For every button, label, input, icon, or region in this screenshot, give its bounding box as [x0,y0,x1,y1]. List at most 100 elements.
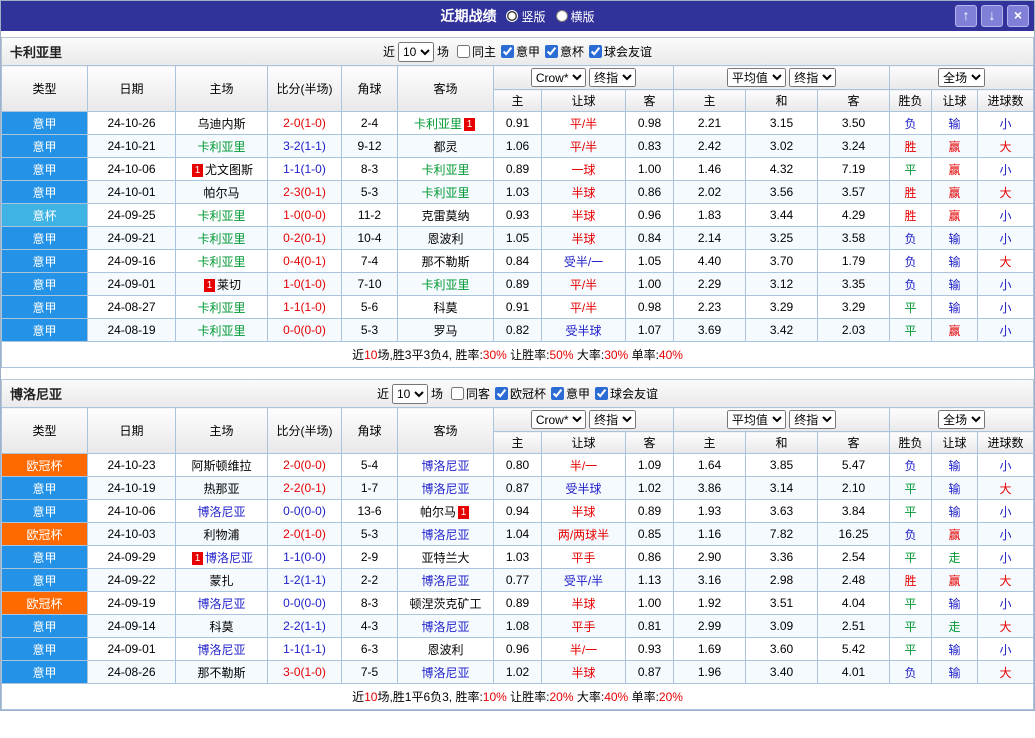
date-cell: 24-10-26 [87,111,176,135]
team-link[interactable]: 卡利亚里 [197,209,245,223]
filter-checkbox[interactable] [456,45,470,58]
team-link[interactable]: 卡利亚里 [414,117,462,131]
team-link[interactable]: 顿涅茨克矿工 [409,597,481,611]
filter-checkbox[interactable] [589,45,603,58]
result-cell: 负 [889,226,933,250]
away-team-cell: 博洛尼亚 [397,476,494,500]
team-link[interactable]: 卡利亚里 [421,163,469,177]
team-link[interactable]: 利物浦 [203,528,239,542]
team-link[interactable]: 博洛尼亚 [197,505,245,519]
close-icon[interactable]: × [1007,5,1029,27]
filter-option[interactable]: 欧冠杯 [490,385,546,402]
team-link[interactable]: 乌迪内斯 [197,117,245,131]
team-link[interactable]: 博洛尼亚 [421,666,469,680]
home-odds-cell: 1.05 [493,226,542,250]
team-link[interactable]: 博洛尼亚 [205,551,253,565]
odds-stage-select[interactable]: 终指 [589,410,637,429]
filter-checkbox[interactable] [595,387,609,400]
filter-option[interactable]: 意甲 [546,385,590,402]
view-option-vertical[interactable]: 竖版 [506,8,546,25]
filter-checkbox[interactable] [545,45,559,58]
team-link[interactable]: 卡利亚里 [197,324,245,338]
home-team-cell: 卡利亚里 [175,295,268,319]
team-link[interactable]: 博洛尼亚 [421,620,469,634]
filter-option[interactable]: 同客 [446,385,490,402]
result-cell: 负 [889,522,933,546]
scroll-up-button[interactable]: ↑ [955,5,977,27]
scroll-down-button[interactable]: ↓ [981,5,1003,27]
filter-option[interactable]: 意杯 [540,43,584,60]
team-link[interactable]: 帕尔马 [420,505,456,519]
avg-stage-select[interactable]: 终指 [789,68,837,87]
team-link[interactable]: 卡利亚里 [197,140,245,154]
team-link[interactable]: 都灵 [433,140,457,154]
odds-stage-select[interactable]: 终指 [589,68,637,87]
horizontal-radio[interactable] [555,10,568,22]
view-option-horizontal[interactable]: 横版 [555,8,595,25]
home-odds-cell: 0.80 [493,453,542,477]
summary-segment: 50% [549,347,574,362]
avg-home-cell: 2.02 [673,180,747,204]
result-cell: 胜 [889,203,933,227]
date-cell: 24-09-19 [87,591,176,615]
team-link[interactable]: 阿斯顿维拉 [191,459,251,473]
avg-stage-select[interactable]: 终指 [789,410,837,429]
team-link[interactable]: 科莫 [433,301,457,315]
corners-cell: 6-3 [341,637,398,661]
filter-checkbox-label: 同客 [465,387,490,401]
team-link[interactable]: 那不勒斯 [421,255,469,269]
team-link[interactable]: 蒙扎 [209,574,233,588]
team-link[interactable]: 博洛尼亚 [421,459,469,473]
bookmaker-select[interactable]: Crow* [530,68,586,87]
team-link[interactable]: 恩波利 [427,643,463,657]
team-link[interactable]: 亚特兰大 [421,551,469,565]
team-link[interactable]: 博洛尼亚 [197,643,245,657]
recent-count-select[interactable]: 10 [391,383,428,404]
bookmaker-select[interactable]: Crow* [530,410,586,429]
avg-draw-cell: 3.25 [745,226,819,250]
team-link[interactable]: 科莫 [209,620,233,634]
filter-checkbox[interactable] [551,387,565,400]
score-cell: 0-0(0-0) [267,591,342,615]
date-cell: 24-10-21 [87,134,176,158]
recent-count-select[interactable]: 10 [397,41,434,62]
filter-option[interactable]: 球会友谊 [590,385,658,402]
team-link[interactable]: 尤文图斯 [205,163,253,177]
team-link[interactable]: 卡利亚里 [197,232,245,246]
team-link[interactable]: 博洛尼亚 [421,482,469,496]
filter-option[interactable]: 同主 [452,43,496,60]
team-link[interactable]: 那不勒斯 [197,666,245,680]
team-link[interactable]: 恩波利 [427,232,463,246]
filter-checkbox-label: 欧冠杯 [510,387,547,401]
team-link[interactable]: 帕尔马 [203,186,239,200]
team-name: 卡利亚里 [10,45,63,60]
team-link[interactable]: 热那亚 [203,482,239,496]
filter-checkbox[interactable] [450,387,464,400]
handicap-cell: 受半球 [541,476,626,500]
recent-suffix-label: 场 [436,45,449,59]
avg-select[interactable]: 平均值 [726,410,786,429]
team-link[interactable]: 卡利亚里 [197,301,245,315]
corners-cell: 5-3 [341,522,398,546]
team-link[interactable]: 博洛尼亚 [421,528,469,542]
home-team-cell: 蒙扎 [175,568,268,592]
team-link[interactable]: 卡利亚里 [421,278,469,292]
vertical-radio[interactable] [506,10,519,22]
avg-select[interactable]: 平均值 [726,68,786,87]
score-cell: 1-0(0-0) [267,203,342,227]
filter-option[interactable]: 意甲 [496,43,540,60]
team-link[interactable]: 克雷莫纳 [421,209,469,223]
filter-checkbox[interactable] [495,387,508,400]
team-link[interactable]: 卡利亚里 [197,255,245,269]
team-link[interactable]: 莱切 [217,278,241,292]
team-link[interactable]: 罗马 [433,324,457,338]
filter-checkbox[interactable] [501,45,514,58]
fulltime-select[interactable]: 全场 [938,68,986,87]
fulltime-select[interactable]: 全场 [938,410,986,429]
handicap-cell: 一球 [541,157,626,181]
handicap-result-cell: 走 [931,545,979,569]
team-link[interactable]: 博洛尼亚 [421,574,469,588]
team-link[interactable]: 博洛尼亚 [197,597,245,611]
team-link[interactable]: 卡利亚里 [421,186,469,200]
filter-option[interactable]: 球会友谊 [584,43,652,60]
